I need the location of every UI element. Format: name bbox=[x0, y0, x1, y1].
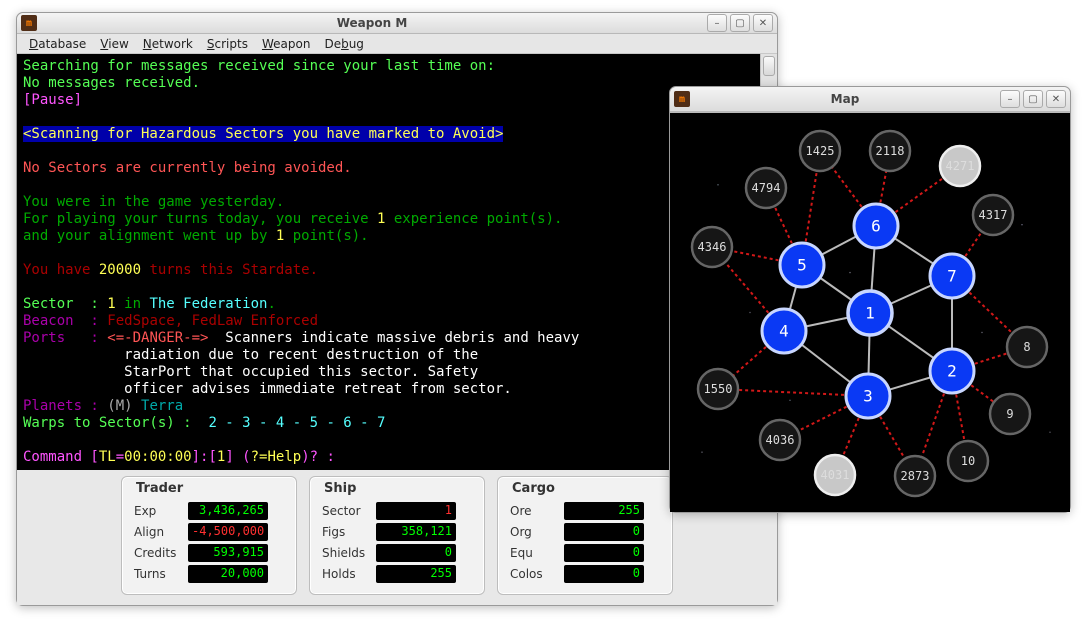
maximize-button[interactable]: ▢ bbox=[730, 14, 750, 32]
stat-value: 0 bbox=[564, 523, 644, 541]
maximize-button[interactable]: ▢ bbox=[1023, 90, 1043, 108]
stat-label: Org bbox=[510, 525, 556, 539]
main-window: m Weapon M – ▢ ✕ Database View Network S… bbox=[16, 12, 778, 606]
map-node-label: 5 bbox=[797, 256, 807, 275]
stat-label: Credits bbox=[134, 546, 180, 560]
map-node-label: 4794 bbox=[752, 181, 781, 195]
app-icon: m bbox=[674, 91, 690, 107]
stat-row: Ore 255 bbox=[510, 502, 660, 520]
map-node-label: 2118 bbox=[876, 144, 905, 158]
map-node-label: 4031 bbox=[821, 468, 850, 482]
panel-trader: Trader Exp 3,436,265 Align -4,500,000 Credit… bbox=[121, 476, 297, 595]
map-node-label: 4 bbox=[779, 322, 789, 341]
menu-weapon[interactable]: Weapon bbox=[256, 35, 316, 53]
stat-label: Align bbox=[134, 525, 180, 539]
stat-label: Holds bbox=[322, 567, 368, 581]
stat-value: 358,121 bbox=[376, 523, 456, 541]
stat-row: Shields 0 bbox=[322, 544, 472, 562]
menu-scripts[interactable]: Scripts bbox=[201, 35, 254, 53]
stat-label: Colos bbox=[510, 567, 556, 581]
minimize-button[interactable]: – bbox=[1000, 90, 1020, 108]
stat-value: 20,000 bbox=[188, 565, 268, 583]
stat-row: Exp 3,436,265 bbox=[134, 502, 284, 520]
menu-view[interactable]: View bbox=[94, 35, 134, 53]
main-titlebar[interactable]: m Weapon M – ▢ ✕ bbox=[17, 13, 777, 34]
stat-value: 0 bbox=[564, 544, 644, 562]
stat-value: 0 bbox=[564, 565, 644, 583]
stat-value: 0 bbox=[376, 544, 456, 562]
map-node-label: 1 bbox=[865, 304, 875, 323]
panel-ship-title: Ship bbox=[324, 481, 472, 496]
map-node-label: 4036 bbox=[766, 433, 795, 447]
minimize-button[interactable]: – bbox=[707, 14, 727, 32]
close-button[interactable]: ✕ bbox=[753, 14, 773, 32]
stat-value: -4,500,000 bbox=[188, 523, 268, 541]
map-node-label: 6 bbox=[871, 217, 881, 236]
stat-value: 3,436,265 bbox=[188, 502, 268, 520]
menu-database[interactable]: Database bbox=[23, 35, 92, 53]
stat-label: Sector bbox=[322, 504, 368, 518]
stat-row: Align -4,500,000 bbox=[134, 523, 284, 541]
stat-row: Equ 0 bbox=[510, 544, 660, 562]
panel-ship: Ship Sector 1 Figs 358,121 Shields 0 Holds 255 bbox=[309, 476, 485, 595]
stat-row: Turns 20,000 bbox=[134, 565, 284, 583]
stat-label: Turns bbox=[134, 567, 180, 581]
panel-cargo-title: Cargo bbox=[512, 481, 660, 496]
stat-row: Org 0 bbox=[510, 523, 660, 541]
main-title: Weapon M bbox=[41, 16, 703, 30]
stat-row: Credits 593,915 bbox=[134, 544, 284, 562]
panel-trader-title: Trader bbox=[136, 481, 284, 496]
stat-label: Equ bbox=[510, 546, 556, 560]
close-button[interactable]: ✕ bbox=[1046, 90, 1066, 108]
stat-row: Figs 358,121 bbox=[322, 523, 472, 541]
stat-label: Ore bbox=[510, 504, 556, 518]
app-icon: m bbox=[21, 15, 37, 31]
stat-label: Figs bbox=[322, 525, 368, 539]
map-node-label: 8 bbox=[1023, 340, 1030, 354]
menu-network[interactable]: Network bbox=[137, 35, 199, 53]
stat-row: Sector 1 bbox=[322, 502, 472, 520]
map-node-label: 4346 bbox=[698, 240, 727, 254]
terminal[interactable]: Searching for messages received since yo… bbox=[17, 54, 760, 470]
map-node-label: 10 bbox=[961, 454, 975, 468]
map-node-label: 7 bbox=[947, 267, 957, 286]
map-node-label: 2 bbox=[947, 362, 957, 381]
stat-label: Exp bbox=[134, 504, 180, 518]
panel-cargo: Cargo Ore 255 Org 0 Equ 0 Colos 0 bbox=[497, 476, 673, 595]
stat-value: 1 bbox=[376, 502, 456, 520]
map-window: m Map – ▢ ✕ 1425211842714794431743468155… bbox=[669, 86, 1071, 513]
stat-value: 593,915 bbox=[188, 544, 268, 562]
map-canvas[interactable]: 1425211842714794431743468155094036403128… bbox=[670, 112, 1070, 512]
stat-label: Shields bbox=[322, 546, 368, 560]
map-titlebar[interactable]: m Map – ▢ ✕ bbox=[670, 87, 1070, 112]
stat-value: 255 bbox=[376, 565, 456, 583]
menu-debug[interactable]: Debug bbox=[318, 35, 369, 53]
menubar: Database View Network Scripts Weapon Deb… bbox=[17, 34, 777, 54]
stat-row: Holds 255 bbox=[322, 565, 472, 583]
map-node-label: 4271 bbox=[946, 159, 975, 173]
stat-value: 255 bbox=[564, 502, 644, 520]
map-node-label: 1550 bbox=[704, 382, 733, 396]
map-title: Map bbox=[694, 92, 996, 106]
map-node-label: 4317 bbox=[979, 208, 1008, 222]
status-bar: Trader Exp 3,436,265 Align -4,500,000 Credit… bbox=[17, 470, 777, 605]
map-node-label: 3 bbox=[863, 387, 873, 406]
map-node-label: 1425 bbox=[806, 144, 835, 158]
map-node-label: 9 bbox=[1006, 407, 1013, 421]
stat-row: Colos 0 bbox=[510, 565, 660, 583]
map-node-label: 2873 bbox=[901, 469, 930, 483]
